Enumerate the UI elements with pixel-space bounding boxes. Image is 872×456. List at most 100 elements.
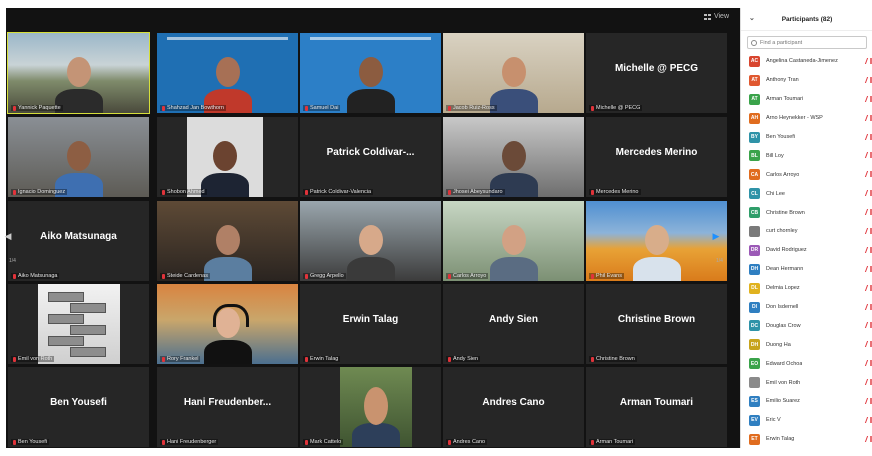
participant-row[interactable]: curt chornley [741, 222, 872, 241]
video-tile[interactable]: Steide Cardenas [157, 201, 298, 281]
person-body [201, 173, 249, 197]
participant-row[interactable]: EO Edward Ochoa [741, 354, 872, 373]
view-button[interactable]: View [703, 13, 729, 20]
person-head [215, 57, 240, 87]
meeting-topbar: View [6, 8, 737, 30]
participant-display-name: Andy Sien [489, 314, 538, 325]
video-tile[interactable]: Michelle @ PECG Michelle @ PECG [586, 33, 727, 113]
participant-row-name: Anthony Tran [766, 77, 799, 84]
participant-row[interactable]: CB Christine Brown [741, 203, 872, 222]
video-tile[interactable]: Aiko Matsunaga Aiko Matsunaga [8, 201, 149, 281]
video-tile[interactable]: Andres Cano Andres Cano [443, 367, 584, 447]
participant-row[interactable]: CL Chi Lee [741, 184, 872, 203]
participant-name-text: Shahzad Jan Bowthorn [167, 105, 224, 111]
participant-row[interactable]: ES Emilio Suarez [741, 392, 872, 411]
video-tile[interactable]: Arman Toumari Arman Toumari [586, 367, 727, 447]
next-page-button[interactable]: ▶ [712, 225, 720, 247]
previous-page-button[interactable]: ◀ [4, 225, 12, 247]
participant-row-name: Carlos Arroyo [766, 171, 800, 178]
participant-name-text: Patrick Coldivar-Valencia [310, 189, 372, 195]
mic-muted-icon [591, 189, 594, 195]
mic-muted-icon [13, 273, 16, 279]
participant-display-name: Christine Brown [617, 314, 696, 325]
banner-stripe [310, 37, 431, 40]
participant-name-text: Ignacio Dominguez [18, 189, 66, 195]
video-tile[interactable]: Jhosei Abeysundaro [443, 117, 584, 197]
video-tile[interactable]: Patrick Coldivar-... Patrick Coldivar-Val… [300, 117, 441, 197]
participant-row[interactable]: DC Douglas Crow [741, 316, 872, 335]
participant-photo-avatar [749, 377, 760, 389]
video-tile[interactable]: Samuel Dai [300, 33, 441, 113]
video-tile[interactable]: Emil von Roth [8, 284, 149, 364]
participant-row[interactable]: DH Dean Hermann [741, 260, 872, 279]
video-tile[interactable]: Hani Freudenber... Hani Freudenberger [157, 367, 298, 447]
search-participant-input[interactable]: Find a participant [747, 36, 867, 49]
participant-row[interactable]: AH Arno Heynekker - WSP [741, 109, 872, 128]
video-tile[interactable]: Erwin Talag Erwin Talag [300, 284, 441, 364]
participant-row[interactable]: ET Erwin Talag [741, 430, 872, 449]
video-tile[interactable]: Mark Cattelo [300, 367, 441, 447]
building-block [48, 292, 84, 302]
participant-display-name: Michelle @ PECG [614, 63, 699, 74]
video-tile[interactable]: Yannick Paquette [7, 32, 150, 114]
participant-name-label: Shahzad Jan Bowthorn [160, 105, 226, 111]
participant-row[interactable]: CA Carlos Arroyo [741, 165, 872, 184]
participant-row[interactable]: Emil von Roth [741, 373, 872, 392]
participant-avatar: DL [749, 282, 760, 294]
mic-muted-icon [13, 189, 16, 195]
mic-muted-icon [860, 322, 869, 329]
participant-row[interactable]: EV Eric V [741, 411, 872, 430]
video-tile[interactable]: Mercedes Merino Mercedes Merino [586, 117, 727, 197]
participant-avatar: EV [749, 414, 760, 426]
video-tile[interactable]: Shahzad Jan Bowthorn [157, 33, 298, 113]
participant-display-name: Andres Cano [482, 397, 545, 408]
video-tile[interactable]: Andy Sien Andy Sien [443, 284, 584, 364]
video-tile[interactable]: Ben Yousefi Ben Yousefi [8, 367, 149, 447]
participant-row-name: Edward Ochoa [766, 360, 803, 367]
video-tile[interactable]: Shobon Ahmed [157, 117, 298, 197]
person-head [644, 225, 669, 255]
mic-muted-icon [860, 171, 869, 178]
video-tile[interactable]: Christine Brown Christine Brown [586, 284, 727, 364]
video-feed [187, 117, 263, 197]
participant-row[interactable]: BY Ben Yousefi [741, 128, 872, 147]
video-feed [8, 117, 149, 197]
mic-muted-icon [860, 360, 869, 367]
participant-row[interactable]: DI Don Isdernell [741, 298, 872, 317]
mic-muted-icon [162, 273, 165, 279]
participant-row[interactable]: AT Arman Toumari [741, 90, 872, 109]
video-tile[interactable]: Ignacio Dominguez [8, 117, 149, 197]
video-feed [38, 284, 120, 364]
participant-avatar: BY [749, 131, 760, 143]
participant-row[interactable]: DL Delmia Lopez [741, 279, 872, 298]
participant-row-name: Eric V [766, 417, 781, 424]
participant-name-text: Jhosei Abeysundaro [453, 189, 503, 195]
video-feed [443, 201, 584, 281]
person-body [352, 423, 400, 447]
video-feed [300, 201, 441, 281]
participant-name-text: Jacob Ruiz-Ross [453, 105, 495, 111]
person-head [501, 141, 526, 171]
participant-row[interactable]: DR David Rodriguez [741, 241, 872, 260]
mic-muted-icon [591, 273, 594, 279]
video-tile[interactable]: Jacob Ruiz-Ross [443, 33, 584, 113]
participant-row[interactable]: AT Anthony Tran [741, 71, 872, 90]
participant-name-label: Michelle @ PECG [589, 105, 643, 111]
participant-row[interactable]: AC Angelina Castaneda-Jimenez [741, 52, 872, 71]
person-body [346, 257, 395, 281]
participant-row[interactable]: DH Duong Ha [741, 335, 872, 354]
participant-display-name: Patrick Coldivar-... [326, 147, 415, 158]
participant-name-label: Samuel Dai [303, 105, 341, 111]
video-tile[interactable]: Phil Evans [586, 201, 727, 281]
participant-avatar: DH [749, 339, 760, 351]
participant-row-name: Christine Brown [766, 209, 805, 216]
video-tile[interactable]: Carlos Arroyo [443, 201, 584, 281]
video-tile[interactable]: Rory Frankel [157, 284, 298, 364]
participant-row[interactable]: BL Bill Loy [741, 146, 872, 165]
participant-display-name: Aiko Matsunaga [40, 231, 117, 242]
mic-muted-icon [860, 152, 869, 159]
chevron-down-icon[interactable]: ⌄ [749, 14, 755, 22]
mic-muted-icon [860, 416, 869, 423]
video-tile[interactable]: Gregg Arpello [300, 201, 441, 281]
participant-row-name: Emil von Roth [766, 379, 801, 386]
